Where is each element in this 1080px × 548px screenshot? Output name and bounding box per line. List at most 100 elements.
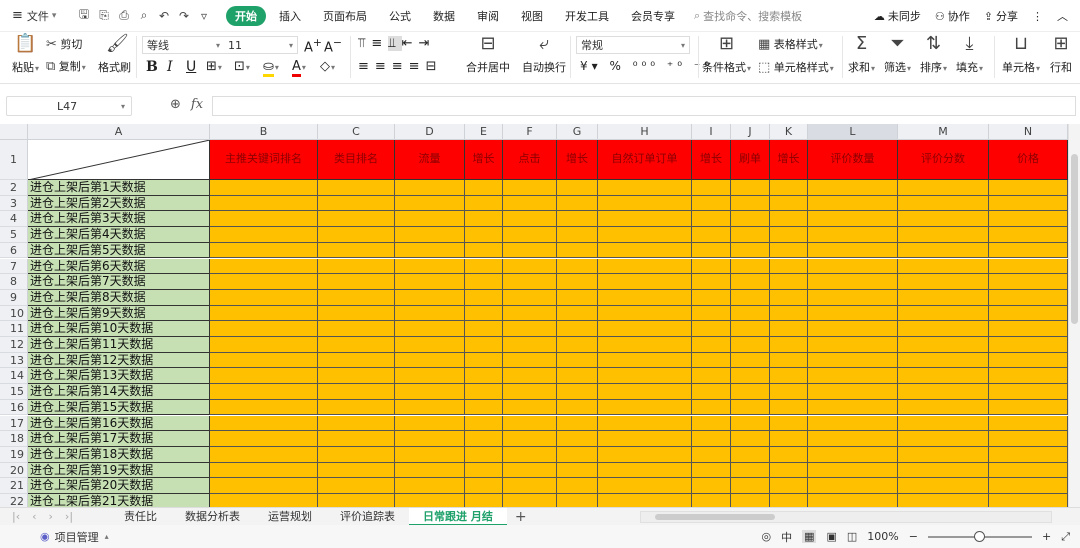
data-cell[interactable] (557, 289, 598, 306)
data-cell[interactable] (770, 478, 808, 494)
data-cell[interactable] (318, 274, 395, 290)
data-cell[interactable] (395, 494, 465, 508)
add-sheet-icon[interactable]: + (507, 509, 535, 525)
column-header[interactable]: L (808, 124, 898, 140)
sync-button[interactable]: ☁ 未同步 (874, 8, 921, 24)
data-cell[interactable] (989, 305, 1068, 322)
data-cell[interactable] (770, 462, 808, 479)
row-label-cell[interactable]: 进仓上架后第8天数据 (28, 289, 210, 306)
row-header[interactable]: 7 (0, 258, 28, 275)
data-cell[interactable] (598, 289, 692, 306)
data-cell[interactable] (598, 321, 692, 337)
data-cell[interactable] (318, 462, 395, 479)
data-cell[interactable] (395, 337, 465, 353)
data-cell[interactable] (598, 494, 692, 508)
row-header[interactable]: 22 (0, 494, 28, 508)
data-cell[interactable] (557, 180, 598, 196)
data-cell[interactable] (503, 352, 557, 369)
data-cell[interactable] (395, 258, 465, 275)
sum-button[interactable]: Σ 求和▾ (848, 35, 875, 75)
data-cell[interactable] (898, 431, 989, 447)
data-cell[interactable] (731, 211, 770, 228)
header-cell[interactable]: 增长 (465, 140, 503, 180)
data-cell[interactable] (989, 431, 1068, 447)
data-cell[interactable] (395, 478, 465, 494)
data-cell[interactable] (465, 337, 503, 353)
row-header[interactable]: 3 (0, 195, 28, 212)
data-cell[interactable] (557, 195, 598, 212)
row-label-cell[interactable]: 进仓上架后第20天数据 (28, 478, 210, 494)
data-cell[interactable] (808, 289, 898, 306)
data-cell[interactable] (395, 352, 465, 369)
row-label-cell[interactable]: 进仓上架后第6天数据 (28, 258, 210, 275)
data-cell[interactable] (731, 399, 770, 416)
data-cell[interactable] (395, 462, 465, 479)
row-header[interactable]: 5 (0, 227, 28, 243)
data-cell[interactable] (989, 274, 1068, 290)
row-label-cell[interactable]: 进仓上架后第9天数据 (28, 305, 210, 322)
data-cell[interactable] (989, 415, 1068, 432)
data-cell[interactable] (898, 242, 989, 259)
sheet-tab-active[interactable]: 日常跟进 月结 (409, 507, 507, 526)
data-cell[interactable] (731, 431, 770, 447)
data-cell[interactable] (692, 446, 731, 463)
column-header[interactable]: M (898, 124, 989, 140)
row-label-cell[interactable]: 进仓上架后第15天数据 (28, 399, 210, 416)
data-cell[interactable] (770, 431, 808, 447)
data-cell[interactable] (210, 195, 318, 212)
data-cell[interactable] (898, 337, 989, 353)
data-cell[interactable] (692, 462, 731, 479)
data-cell[interactable] (503, 415, 557, 432)
tab-formulas[interactable]: 公式 (378, 8, 422, 24)
data-cell[interactable] (731, 289, 770, 306)
data-cell[interactable] (989, 384, 1068, 400)
data-cell[interactable] (808, 337, 898, 353)
grow-font-button[interactable]: A+ (304, 36, 322, 55)
save-icon[interactable]: 🖫 (76, 5, 92, 26)
data-cell[interactable] (465, 352, 503, 369)
collapse-ribbon-icon[interactable]: ︿ (1057, 8, 1068, 24)
data-cell[interactable] (989, 478, 1068, 494)
data-cell[interactable] (731, 180, 770, 196)
data-cell[interactable] (692, 274, 731, 290)
data-cell[interactable] (210, 274, 318, 290)
data-cell[interactable] (557, 305, 598, 322)
zoom-slider[interactable] (927, 530, 1032, 542)
data-cell[interactable] (808, 258, 898, 275)
data-cell[interactable] (557, 384, 598, 400)
data-cell[interactable] (503, 337, 557, 353)
data-cell[interactable] (210, 227, 318, 243)
data-cell[interactable] (731, 242, 770, 259)
fill-button[interactable]: ⤓ 填充▾ (956, 35, 983, 75)
data-cell[interactable] (598, 211, 692, 228)
data-cell[interactable] (210, 352, 318, 369)
share-button[interactable]: ⇪ 分享 (984, 8, 1018, 24)
data-cell[interactable] (210, 242, 318, 259)
data-cell[interactable] (731, 415, 770, 432)
select-all-corner[interactable] (0, 124, 28, 140)
next-sheet-icon[interactable]: › (49, 510, 53, 523)
data-cell[interactable] (692, 337, 731, 353)
data-cell[interactable] (557, 431, 598, 447)
data-cell[interactable] (731, 321, 770, 337)
data-cell[interactable] (808, 384, 898, 400)
data-cell[interactable] (770, 384, 808, 400)
data-cell[interactable] (465, 321, 503, 337)
data-cell[interactable] (557, 352, 598, 369)
row-label-cell[interactable]: 进仓上架后第19天数据 (28, 462, 210, 479)
data-cell[interactable] (731, 195, 770, 212)
data-cell[interactable] (598, 384, 692, 400)
data-cell[interactable] (898, 446, 989, 463)
data-cell[interactable] (503, 242, 557, 259)
cell-button[interactable]: ⊔ 单元格▾ (1002, 35, 1040, 75)
data-cell[interactable] (395, 305, 465, 322)
data-cell[interactable] (989, 289, 1068, 306)
data-cell[interactable] (318, 352, 395, 369)
data-cell[interactable] (989, 462, 1068, 479)
zoom-level[interactable]: 100% (867, 530, 898, 543)
data-cell[interactable] (989, 242, 1068, 259)
data-cell[interactable] (692, 289, 731, 306)
data-cell[interactable] (808, 462, 898, 479)
row-label-cell[interactable]: 进仓上架后第18天数据 (28, 446, 210, 463)
data-cell[interactable] (210, 368, 318, 385)
